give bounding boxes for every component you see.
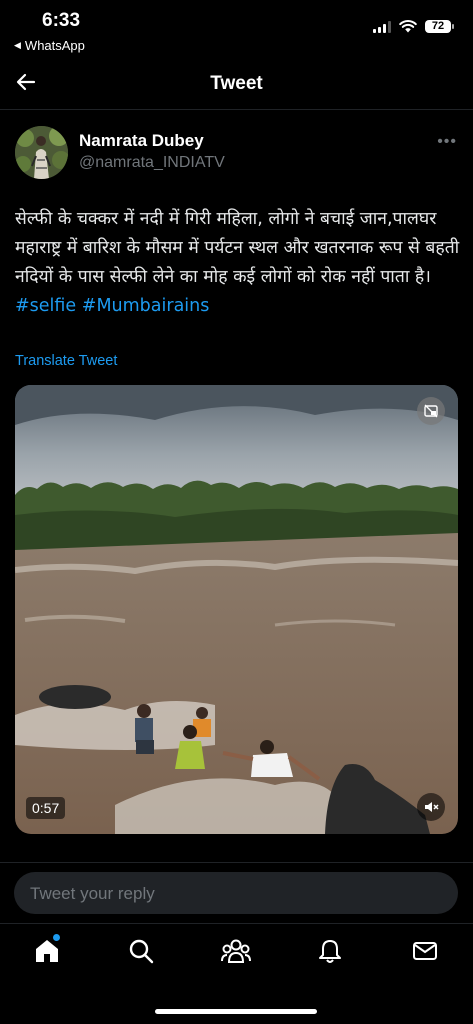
reply-divider [0,862,473,863]
status-indicators: 72 [373,20,454,33]
header-divider [0,109,473,110]
back-triangle-icon: ◀ [14,40,21,50]
author-name[interactable]: Namrata Dubey [79,131,204,151]
pip-icon[interactable] [417,397,445,425]
battery-icon: 72 [425,20,454,33]
search-icon[interactable] [126,936,156,966]
communities-icon[interactable] [221,936,251,966]
author-handle[interactable]: @namrata_INDIATV [79,154,225,172]
more-icon[interactable]: ••• [437,133,457,151]
home-notification-dot [53,934,60,941]
tweet-screen: 6:33 ◀ WhatsApp 72 Tweet Namrata Dubey @… [0,0,473,1024]
back-app-label: WhatsApp [24,38,85,53]
hashtag-mumbairains[interactable]: #Mumbairains [82,296,210,316]
reply-input[interactable]: Tweet your reply [14,872,458,914]
back-to-app-link[interactable]: ◀ WhatsApp [14,38,85,53]
status-time: 6:33 [42,10,81,31]
notifications-icon[interactable] [315,936,345,966]
avatar[interactable] [15,126,68,179]
page-title: Tweet [210,73,263,94]
cellular-signal-icon [373,20,391,33]
wifi-icon [399,20,417,33]
home-indicator [155,1009,317,1014]
reply-placeholder: Tweet your reply [30,884,155,903]
tweet-text: सेल्फी के चक्कर में नदी में गिरी महिला, … [15,205,460,321]
mute-icon[interactable] [417,793,445,821]
tabbar-divider [0,923,473,924]
tweet-body: सेल्फी के चक्कर में नदी में गिरी महिला, … [15,209,460,287]
messages-icon[interactable] [410,936,440,966]
top-nav-bar: Tweet [0,62,473,108]
translate-tweet-link[interactable]: Translate Tweet [15,353,117,369]
hashtag-selfie[interactable]: #selfie [15,296,76,316]
tweet-video[interactable] [15,385,458,834]
video-duration: 0:57 [26,797,66,819]
